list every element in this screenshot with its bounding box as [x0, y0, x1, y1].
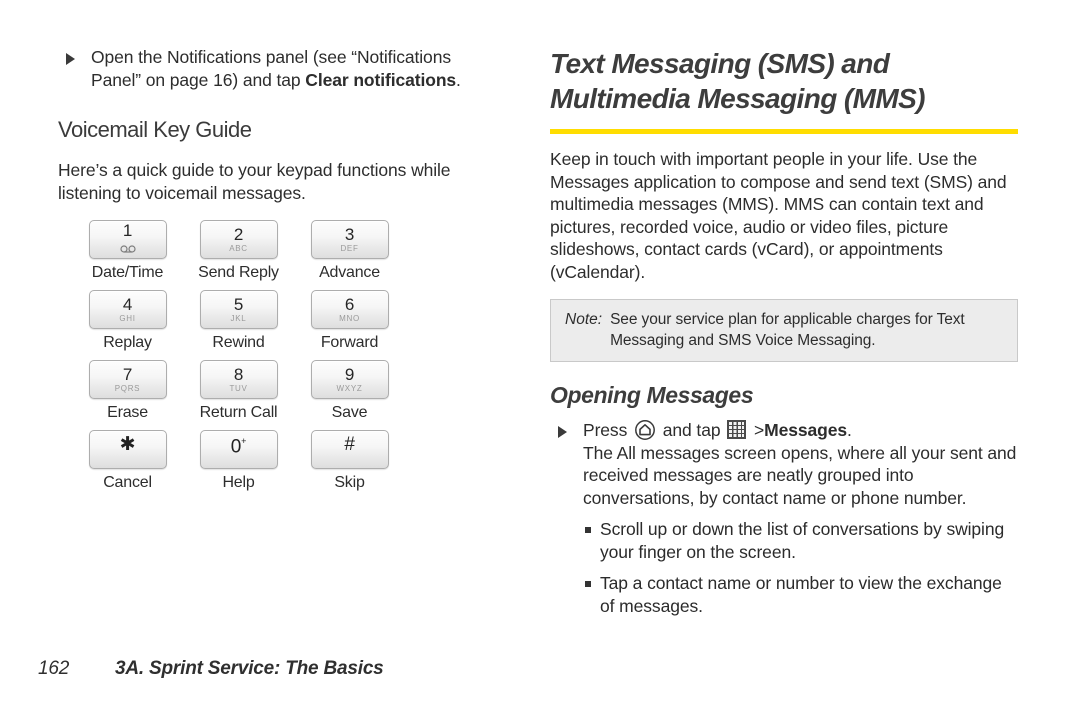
keypad-key-label: Return Call: [199, 404, 278, 421]
keypad-key-number: 3: [344, 225, 355, 244]
keypad-key-label: Help: [222, 474, 255, 491]
keypad-key-label: Skip: [334, 474, 365, 491]
page-footer: 162 3A. Sprint Service: The Basics: [38, 658, 384, 680]
voicemail-icon: [119, 240, 137, 258]
footer-page-number: 162: [38, 658, 70, 679]
keypad-cell: 9 WXYZ Save: [294, 360, 405, 430]
square-bullet-icon: [585, 527, 591, 533]
voicemail-keypad-grid: 1 Date/Time 2 ABC Send Reply 3 DEF Advan…: [72, 220, 498, 500]
keypad-key-number: 1: [122, 220, 133, 240]
right-column: Text Messaging (SMS) and Multimedia Mess…: [550, 46, 1018, 617]
keypad-key-label: Send Reply: [198, 264, 279, 281]
keypad-key-label: Replay: [103, 334, 152, 351]
notification-bullet-text-after: .: [456, 69, 461, 90]
keypad-key-letters: TUV: [229, 384, 248, 393]
keypad-key-number: ✱: [119, 434, 136, 455]
note-text: See your service plan for applicable cha…: [610, 311, 965, 349]
keypad-key-letters: MNO: [339, 314, 360, 323]
keypad-key-letters: WXYZ: [336, 384, 363, 393]
keypad-cell: 7 PQRS Erase: [72, 360, 183, 430]
square-bullet-icon: [585, 581, 591, 587]
list-item-text: Tap a contact name or number to view the…: [600, 573, 1002, 616]
keypad-key-7[interactable]: 7 PQRS: [88, 360, 167, 399]
keypad-key-letters: GHI: [119, 314, 136, 323]
keypad-key-8[interactable]: 8 TUV: [199, 360, 278, 399]
press-step-period: .: [847, 420, 852, 440]
keypad-key-number: 6: [344, 295, 355, 314]
keypad-key-0[interactable]: 0+: [199, 430, 278, 469]
manual-page: Open the Notifications panel (see “Notif…: [0, 0, 1080, 720]
keypad-key-9[interactable]: 9 WXYZ: [310, 360, 389, 399]
keypad-key-6[interactable]: 6 MNO: [310, 290, 389, 329]
keypad-cell: 0+ Help: [183, 430, 294, 500]
keypad-cell: ✱ Cancel: [72, 430, 183, 500]
clear-notifications-label: Clear notifications: [305, 69, 457, 90]
list-item: Scroll up or down the list of conversati…: [583, 518, 1018, 563]
opening-messages-heading: Opening Messages: [550, 382, 754, 408]
keypad-key-label: Forward: [320, 334, 379, 351]
triangle-bullet-icon: [558, 426, 567, 438]
press-word-label: Press: [583, 420, 628, 440]
keypad-cell: 1 Date/Time: [72, 220, 183, 290]
voicemail-key-guide-heading: Voicemail Key Guide: [58, 117, 252, 142]
keypad-key-2[interactable]: 2 ABC: [199, 220, 278, 259]
keypad-key-number: #: [344, 434, 355, 455]
voicemail-intro-text: Here’s a quick guide to your keypad func…: [58, 160, 451, 203]
list-item-text: Scroll up or down the list of conversati…: [600, 519, 1005, 562]
keypad-key-3[interactable]: 3 DEF: [310, 220, 389, 259]
note-label: Note:: [565, 311, 603, 328]
and-tap-label: and tap: [662, 420, 721, 440]
keypad-key-star[interactable]: ✱: [88, 430, 167, 469]
keypad-key-letters: DEF: [340, 244, 359, 253]
keypad-key-label: Date/Time: [91, 264, 164, 281]
keypad-key-number: 8: [233, 365, 244, 384]
keypad-cell: 3 DEF Advance: [294, 220, 405, 290]
footer-chapter-title: 3A. Sprint Service: The Basics: [115, 658, 384, 679]
keypad-key-letters: JKL: [230, 314, 247, 323]
messages-menu-label: Messages: [764, 420, 847, 440]
keypad-key-number: 0+: [230, 433, 247, 458]
home-icon: [634, 419, 656, 441]
keypad-key-5[interactable]: 5 JKL: [199, 290, 278, 329]
notification-bullet: Open the Notifications panel (see “Notif…: [58, 46, 498, 91]
keypad-key-1[interactable]: 1: [88, 220, 167, 259]
app-launcher-grid-icon: [727, 420, 747, 439]
keypad-cell: 4 GHI Replay: [72, 290, 183, 360]
list-item: Tap a contact name or number to view the…: [583, 572, 1018, 617]
triangle-bullet-icon: [66, 53, 75, 65]
keypad-key-label: Cancel: [103, 474, 152, 491]
note-callout-box: Note: See your service plan for applicab…: [550, 299, 1018, 362]
keypad-key-number: 7: [122, 365, 133, 384]
keypad-cell: 8 TUV Return Call: [183, 360, 294, 430]
keypad-key-label: Erase: [107, 404, 148, 421]
left-column: Open the Notifications panel (see “Notif…: [58, 46, 498, 500]
keypad-key-plus-symbol: +: [241, 435, 247, 446]
keypad-key-number: 2: [233, 225, 244, 244]
keypad-key-hash[interactable]: #: [310, 430, 389, 469]
keypad-key-zero-digit: 0: [230, 436, 242, 458]
keypad-key-letters: ABC: [229, 244, 248, 253]
page-title: Text Messaging (SMS) and Multimedia Mess…: [550, 46, 1018, 116]
keypad-key-number: 9: [344, 365, 355, 384]
page-title-line-1: Text Messaging (SMS) and: [550, 48, 890, 79]
menu-path-separator: >: [754, 420, 765, 440]
press-messages-step: Press and tap >Messages.: [550, 419, 1018, 442]
keypad-cell: 2 ABC Send Reply: [183, 220, 294, 290]
keypad-cell: # Skip: [294, 430, 405, 500]
press-step-detail-text: The All messages screen opens, where all…: [583, 442, 1017, 508]
keypad-key-number: 4: [122, 295, 133, 314]
page-title-line-2: Multimedia Messaging (MMS): [550, 83, 925, 114]
keypad-key-label: Save: [331, 404, 368, 421]
messaging-intro-text: Keep in touch with important people in y…: [550, 149, 1007, 282]
keypad-key-label: Rewind: [212, 334, 265, 351]
title-underline-rule: [550, 129, 1018, 134]
opening-messages-sub-bullets: Scroll up or down the list of conversati…: [550, 518, 1018, 617]
keypad-key-label: Advance: [319, 264, 380, 281]
keypad-cell: 6 MNO Forward: [294, 290, 405, 360]
keypad-key-4[interactable]: 4 GHI: [88, 290, 167, 329]
keypad-key-letters: PQRS: [114, 384, 141, 393]
keypad-key-number: 5: [233, 295, 244, 314]
keypad-cell: 5 JKL Rewind: [183, 290, 294, 360]
